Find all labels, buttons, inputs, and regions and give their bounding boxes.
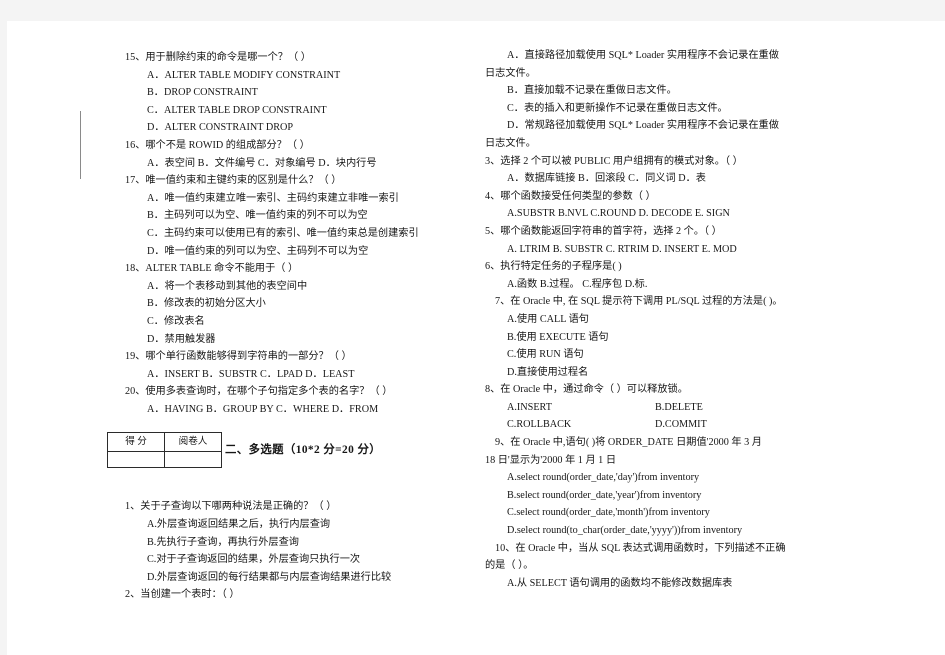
section-heading-multiple-choice: 二、多选题（10*2 分=20 分） [225, 444, 382, 457]
multi-question-10-stem-line-2: 的是（ ）。 [485, 560, 534, 572]
continued-question-option-a-wrap: 日志文件。 [485, 67, 536, 79]
multi-question-8-option-d: D.COMMIT [655, 419, 707, 431]
multi-question-1-option-c: C.对于子查询返回的结果，外层查询只执行一次 [147, 554, 361, 566]
continued-question-option-b: B．直接加载不记录在重做日志文件。 [507, 85, 677, 97]
multi-question-10-stem-line-1: 10、在 Oracle 中，当从 SQL 表达式调用函数时，下列描述不正确 [495, 542, 786, 554]
multi-question-9-stem-line-2: 18 日'显示为'2000 年 1 月 1 日 [485, 454, 617, 466]
right-column: A．直接路径加载使用 SQL* Loader 实用程序不会记录在重做 日志文件。… [485, 21, 857, 592]
question-18-option-d: D．禁用触发器 [147, 333, 216, 345]
question-15-stem: 15、用于删除约束的命令是哪一个？（ ） [125, 52, 311, 63]
multi-question-8-option-b: B.DELETE [655, 401, 703, 413]
table-row: 得 分 阅卷人 [107, 432, 222, 453]
multi-question-8-options-row-1: A.INSERT B.DELETE [485, 399, 857, 417]
multi-question-7-option-c: C.使用 RUN 语句 [507, 349, 584, 361]
multi-question-1-option-d: D.外层查询返回的每行结果都与内层查询结果进行比较 [147, 571, 392, 583]
multi-question-9-option-a: A.select round(order_date,'day')from inv… [507, 472, 700, 484]
multi-question-8-option-a: A.INSERT [507, 401, 552, 413]
grader-value-cell[interactable] [164, 451, 222, 469]
question-17-option-b: B．主码列可以为空、唯一值约束的列不可以为空 [147, 210, 368, 222]
question-18-option-c: C．修改表名 [147, 315, 205, 327]
question-18-option-a: A．将一个表移动到其他的表空间中 [147, 280, 308, 292]
question-16-options: A．表空间 B．文件编号 C．对象编号 D．块内行号 [147, 157, 377, 169]
continued-question-option-d: D．常规路径加载使用 SQL* Loader 实用程序不会记录在重做 [507, 120, 779, 132]
question-15-option-b: B．DROP CONSTRAINT [147, 87, 258, 99]
multi-question-9-option-b: B.select round(order_date,'year')from in… [507, 489, 702, 501]
multi-question-2-stem: 2、当创建一个表时：（ ） [125, 589, 240, 601]
score-table: 得 分 阅卷人 [107, 432, 222, 469]
multi-question-7-stem: 7、在 Oracle 中, 在 SQL 提示符下调用 PL/SQL 过程的方法是… [495, 296, 783, 308]
exam-page: 15、用于删除约束的命令是哪一个？（ ） A．ALTER TABLE MODIF… [7, 21, 945, 655]
multi-question-5-options: A. LTRIM B. SUBSTR C. RTRIM D. INSERT E.… [507, 243, 737, 255]
continued-question-option-d-wrap: 日志文件。 [485, 137, 536, 149]
left-column: 15、用于删除约束的命令是哪一个？（ ） A．ALTER TABLE MODIF… [107, 21, 465, 604]
multi-question-3-stem: 3、选择 2 个可以被 PUBLIC 用户组拥有的模式对象。（ ） [485, 155, 743, 167]
multi-question-8-stem: 8、在 Oracle 中，通过命令（ ）可以释放锁。 [485, 384, 688, 396]
multi-question-9-stem-line-1: 9、在 Oracle 中,语句( )将 ORDER_DATE 日期值'2000 … [495, 437, 762, 449]
multi-question-9-option-d: D.select round(to_char(order_date,'yyyy'… [507, 525, 743, 537]
question-18-stem: 18、ALTER TABLE 命令不能用于（ ） [125, 263, 299, 275]
multi-question-7-option-d: D.直接使用过程名 [507, 366, 589, 378]
table-row [107, 451, 222, 469]
score-value-cell[interactable] [107, 451, 165, 469]
question-18-option-b: B．修改表的初始分区大小 [147, 298, 266, 310]
question-20-stem: 20、使用多表查询时，在哪个子句指定多个表的名字？（ ） [125, 386, 393, 398]
question-16-stem: 16、哪个不是 ROWID 的组成部分？（ ） [125, 139, 310, 151]
multi-question-1-option-a: A.外层查询返回结果之后，执行内层查询 [147, 519, 331, 531]
multi-question-8-option-c: C.ROLLBACK [507, 419, 572, 431]
question-19-stem: 19、哪个单行函数能够得到字符串的一部分？（ ） [125, 351, 352, 363]
multi-question-7-option-b: B.使用 EXECUTE 语句 [507, 331, 609, 343]
multi-question-10-option-a: A.从 SELECT 语句调用的函数均不能修改数据库表 [507, 577, 733, 589]
score-header-cell: 得 分 [107, 432, 165, 453]
question-15-option-d: D．ALTER CONSTRAINT DROP [147, 122, 294, 134]
multi-question-5-stem: 5、哪个函数能返回字符串的首字符，选择 2 个。（ ） [485, 225, 722, 237]
continued-question-option-c: C．表的插入和更新操作不记录在重做日志文件。 [507, 102, 728, 114]
multi-question-7-option-a: A.使用 CALL 语句 [507, 313, 589, 325]
multi-question-3-options: A．数据库链接 B．回滚段 C．同义词 D．表 [507, 173, 706, 185]
question-17-option-a: A．唯一值约束建立唯一索引、主码约束建立非唯一索引 [147, 192, 399, 204]
question-15-option-a: A．ALTER TABLE MODIFY CONSTRAINT [147, 69, 341, 81]
grader-header-cell: 阅卷人 [164, 432, 222, 453]
multi-question-6-stem: 6、执行特定任务的子程序是( ) [485, 261, 622, 273]
question-20-options: A．HAVING B．GROUP BY C．WHERE D．FROM [147, 403, 379, 415]
multi-question-1-stem: 1、关于子查询以下哪两种说法是正确的？（ ） [125, 501, 337, 513]
question-17-stem: 17、唯一值约束和主键约束的区别是什么？（ ） [125, 175, 342, 187]
question-17-option-c: C．主码约束可以使用已有的索引、唯一值约束总是创建索引 [147, 227, 419, 239]
continued-question-option-a: A．直接路径加载使用 SQL* Loader 实用程序不会记录在重做 [507, 50, 779, 61]
question-17-option-d: D．唯一值约束的列可以为空、主码列不可以为空 [147, 245, 369, 257]
multi-question-6-options: A.函数 B.过程。 C.程序包 D.标. [507, 278, 648, 290]
section-header-block: 得 分 阅卷人 二、多选题（10*2 分=20 分） [107, 432, 465, 478]
multi-question-4-options: A.SUBSTR B.NVL C.ROUND D. DECODE E. SIGN [507, 208, 730, 220]
multi-question-4-stem: 4、哪个函数接受任何类型的参数（ ） [485, 190, 656, 202]
question-15-option-c: C．ALTER TABLE DROP CONSTRAINT [147, 104, 327, 116]
multi-question-8-options-row-2: C.ROLLBACK D.COMMIT [485, 416, 857, 434]
question-19-options: A．INSERT B．SUBSTR C．LPAD D．LEAST [147, 368, 355, 380]
multi-question-9-option-c: C.select round(order_date,'month')from i… [507, 507, 710, 519]
binding-line [80, 111, 81, 179]
multi-question-1-option-b: B.先执行子查询，再执行外层查询 [147, 536, 299, 548]
